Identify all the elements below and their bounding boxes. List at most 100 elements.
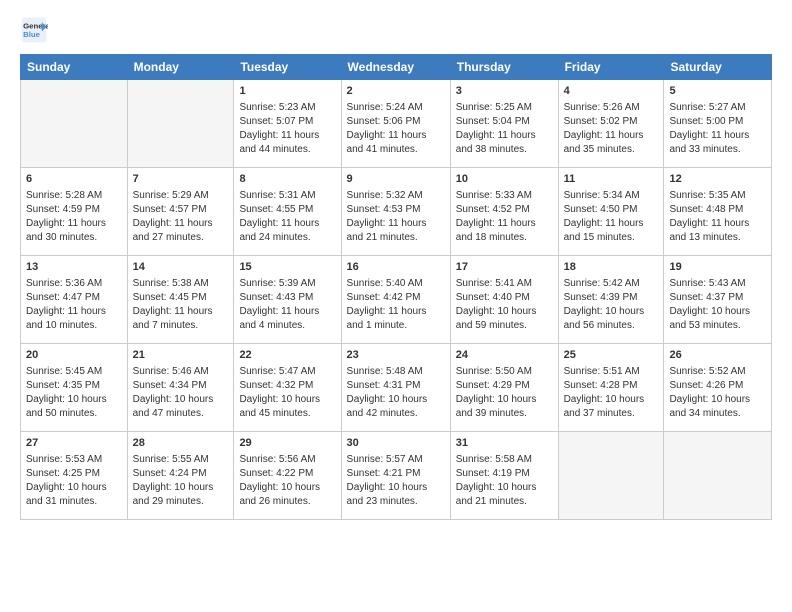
day-number: 31 <box>456 436 553 451</box>
calendar-cell: 2Sunrise: 5:24 AM Sunset: 5:06 PM Daylig… <box>341 80 450 168</box>
calendar-cell: 30 Sunrise: 5:57 AM Sunset: 4:21 PM Dayli… <box>341 432 450 520</box>
day-info: Sunrise: 5:35 AM Sunset: 4:48 PM Dayligh… <box>669 190 749 243</box>
day-number: 22 <box>239 348 335 363</box>
calendar-cell: 18Sunrise: 5:42 AM Sunset: 4:39 PM Dayli… <box>558 256 664 344</box>
calendar-cell: 8Sunrise: 5:31 AM Sunset: 4:55 PM Daylig… <box>234 168 341 256</box>
day-info: Sunrise: 5:52 AM Sunset: 4:26 PM Dayligh… <box>669 366 750 419</box>
calendar-week-1: 1Sunrise: 5:23 AM Sunset: 5:07 PM Daylig… <box>21 80 772 168</box>
day-number: 18 <box>564 260 659 275</box>
day-info: Sunrise: 5:48 AM Sunset: 4:31 PM Dayligh… <box>347 366 428 419</box>
day-info: Sunrise: 5:39 AM Sunset: 4:43 PM Dayligh… <box>239 278 319 331</box>
calendar-cell: 29Sunrise: 5:56 AM Sunset: 4:22 PM Dayli… <box>234 432 341 520</box>
calendar-cell: 19Sunrise: 5:43 AM Sunset: 4:37 PM Dayli… <box>664 256 772 344</box>
day-info: Sunrise: 5:40 AM Sunset: 4:42 PM Dayligh… <box>347 278 427 331</box>
day-number: 3 <box>456 84 553 99</box>
calendar-cell: 6 Sunrise: 5:28 AM Sunset: 4:59 PM Daylig… <box>21 168 128 256</box>
calendar-cell: 26 Sunrise: 5:52 AM Sunset: 4:26 PM Dayli… <box>664 344 772 432</box>
calendar-cell <box>558 432 664 520</box>
calendar-cell <box>664 432 772 520</box>
calendar-cell: 13 Sunrise: 5:36 AM Sunset: 4:47 PM Dayli… <box>21 256 128 344</box>
calendar-cell: 21Sunrise: 5:46 AM Sunset: 4:34 PM Dayli… <box>127 344 234 432</box>
calendar-cell: 16 Sunrise: 5:40 AM Sunset: 4:42 PM Dayli… <box>341 256 450 344</box>
calendar-cell: 28 Sunrise: 5:55 AM Sunset: 4:24 PM Dayli… <box>127 432 234 520</box>
day-info: Sunrise: 5:33 AM Sunset: 4:52 PM Dayligh… <box>456 190 536 243</box>
weekday-thursday: Thursday <box>450 55 558 80</box>
day-info: Sunrise: 5:34 AM Sunset: 4:50 PM Dayligh… <box>564 190 644 243</box>
day-number: 14 <box>133 260 229 275</box>
calendar-cell: 10Sunrise: 5:33 AM Sunset: 4:52 PM Dayli… <box>450 168 558 256</box>
day-number: 4 <box>564 84 659 99</box>
day-number: 12 <box>669 172 766 187</box>
weekday-saturday: Saturday <box>664 55 772 80</box>
day-info: Sunrise: 5:36 AM Sunset: 4:47 PM Dayligh… <box>26 278 106 331</box>
day-info: Sunrise: 5:23 AM Sunset: 5:07 PM Dayligh… <box>239 102 319 155</box>
day-number: 30 <box>347 436 445 451</box>
weekday-monday: Monday <box>127 55 234 80</box>
calendar-week-4: 20Sunrise: 5:45 AM Sunset: 4:35 PM Dayli… <box>21 344 772 432</box>
weekday-header-row: SundayMondayTuesdayWednesdayThursdayFrid… <box>21 55 772 80</box>
calendar-cell: 12 Sunrise: 5:35 AM Sunset: 4:48 PM Dayli… <box>664 168 772 256</box>
day-number: 9 <box>347 172 445 187</box>
day-info: Sunrise: 5:47 AM Sunset: 4:32 PM Dayligh… <box>239 366 320 419</box>
calendar-cell: 7 Sunrise: 5:29 AM Sunset: 4:57 PM Daylig… <box>127 168 234 256</box>
logo: General Blue <box>20 16 52 44</box>
page: General Blue SundayMondayTuesdayWednesda… <box>0 0 792 612</box>
day-number: 26 <box>669 348 766 363</box>
day-info: Sunrise: 5:27 AM Sunset: 5:00 PM Dayligh… <box>669 102 749 155</box>
day-number: 20 <box>26 348 122 363</box>
day-info: Sunrise: 5:56 AM Sunset: 4:22 PM Dayligh… <box>239 454 320 507</box>
day-number: 5 <box>669 84 766 99</box>
calendar-cell: 24Sunrise: 5:50 AM Sunset: 4:29 PM Dayli… <box>450 344 558 432</box>
day-number: 2 <box>347 84 445 99</box>
calendar-cell: 1Sunrise: 5:23 AM Sunset: 5:07 PM Daylig… <box>234 80 341 168</box>
calendar-cell: 4 Sunrise: 5:26 AM Sunset: 5:02 PM Daylig… <box>558 80 664 168</box>
logo-icon: General Blue <box>20 16 48 44</box>
svg-text:Blue: Blue <box>23 30 41 39</box>
day-info: Sunrise: 5:57 AM Sunset: 4:21 PM Dayligh… <box>347 454 428 507</box>
day-info: Sunrise: 5:32 AM Sunset: 4:53 PM Dayligh… <box>347 190 427 243</box>
day-number: 23 <box>347 348 445 363</box>
day-info: Sunrise: 5:50 AM Sunset: 4:29 PM Dayligh… <box>456 366 537 419</box>
calendar-week-2: 6 Sunrise: 5:28 AM Sunset: 4:59 PM Daylig… <box>21 168 772 256</box>
day-number: 13 <box>26 260 122 275</box>
day-info: Sunrise: 5:55 AM Sunset: 4:24 PM Dayligh… <box>133 454 214 507</box>
calendar-cell: 17Sunrise: 5:41 AM Sunset: 4:40 PM Dayli… <box>450 256 558 344</box>
day-number: 15 <box>239 260 335 275</box>
day-number: 6 <box>26 172 122 187</box>
calendar-cell: 14 Sunrise: 5:38 AM Sunset: 4:45 PM Dayli… <box>127 256 234 344</box>
day-number: 11 <box>564 172 659 187</box>
day-info: Sunrise: 5:53 AM Sunset: 4:25 PM Dayligh… <box>26 454 107 507</box>
day-info: Sunrise: 5:58 AM Sunset: 4:19 PM Dayligh… <box>456 454 537 507</box>
day-info: Sunrise: 5:46 AM Sunset: 4:34 PM Dayligh… <box>133 366 214 419</box>
calendar-cell: 23 Sunrise: 5:48 AM Sunset: 4:31 PM Dayli… <box>341 344 450 432</box>
calendar-cell: 25 Sunrise: 5:51 AM Sunset: 4:28 PM Dayli… <box>558 344 664 432</box>
day-info: Sunrise: 5:41 AM Sunset: 4:40 PM Dayligh… <box>456 278 537 331</box>
weekday-friday: Friday <box>558 55 664 80</box>
calendar-cell: 31 Sunrise: 5:58 AM Sunset: 4:19 PM Dayli… <box>450 432 558 520</box>
day-info: Sunrise: 5:26 AM Sunset: 5:02 PM Dayligh… <box>564 102 644 155</box>
day-info: Sunrise: 5:38 AM Sunset: 4:45 PM Dayligh… <box>133 278 213 331</box>
calendar-cell <box>21 80 128 168</box>
calendar-cell <box>127 80 234 168</box>
day-info: Sunrise: 5:51 AM Sunset: 4:28 PM Dayligh… <box>564 366 645 419</box>
day-info: Sunrise: 5:25 AM Sunset: 5:04 PM Dayligh… <box>456 102 536 155</box>
weekday-tuesday: Tuesday <box>234 55 341 80</box>
header: General Blue <box>20 16 772 44</box>
calendar-cell: 3 Sunrise: 5:25 AM Sunset: 5:04 PM Daylig… <box>450 80 558 168</box>
day-number: 25 <box>564 348 659 363</box>
calendar-cell: 11 Sunrise: 5:34 AM Sunset: 4:50 PM Dayli… <box>558 168 664 256</box>
calendar-cell: 22 Sunrise: 5:47 AM Sunset: 4:32 PM Dayli… <box>234 344 341 432</box>
day-number: 28 <box>133 436 229 451</box>
day-number: 16 <box>347 260 445 275</box>
weekday-wednesday: Wednesday <box>341 55 450 80</box>
calendar-week-3: 13 Sunrise: 5:36 AM Sunset: 4:47 PM Dayli… <box>21 256 772 344</box>
calendar-cell: 9 Sunrise: 5:32 AM Sunset: 4:53 PM Daylig… <box>341 168 450 256</box>
calendar-week-5: 27 Sunrise: 5:53 AM Sunset: 4:25 PM Dayli… <box>21 432 772 520</box>
calendar-cell: 27 Sunrise: 5:53 AM Sunset: 4:25 PM Dayli… <box>21 432 128 520</box>
day-number: 27 <box>26 436 122 451</box>
day-number: 7 <box>133 172 229 187</box>
calendar-cell: 20Sunrise: 5:45 AM Sunset: 4:35 PM Dayli… <box>21 344 128 432</box>
day-info: Sunrise: 5:29 AM Sunset: 4:57 PM Dayligh… <box>133 190 213 243</box>
weekday-sunday: Sunday <box>21 55 128 80</box>
day-info: Sunrise: 5:28 AM Sunset: 4:59 PM Dayligh… <box>26 190 106 243</box>
